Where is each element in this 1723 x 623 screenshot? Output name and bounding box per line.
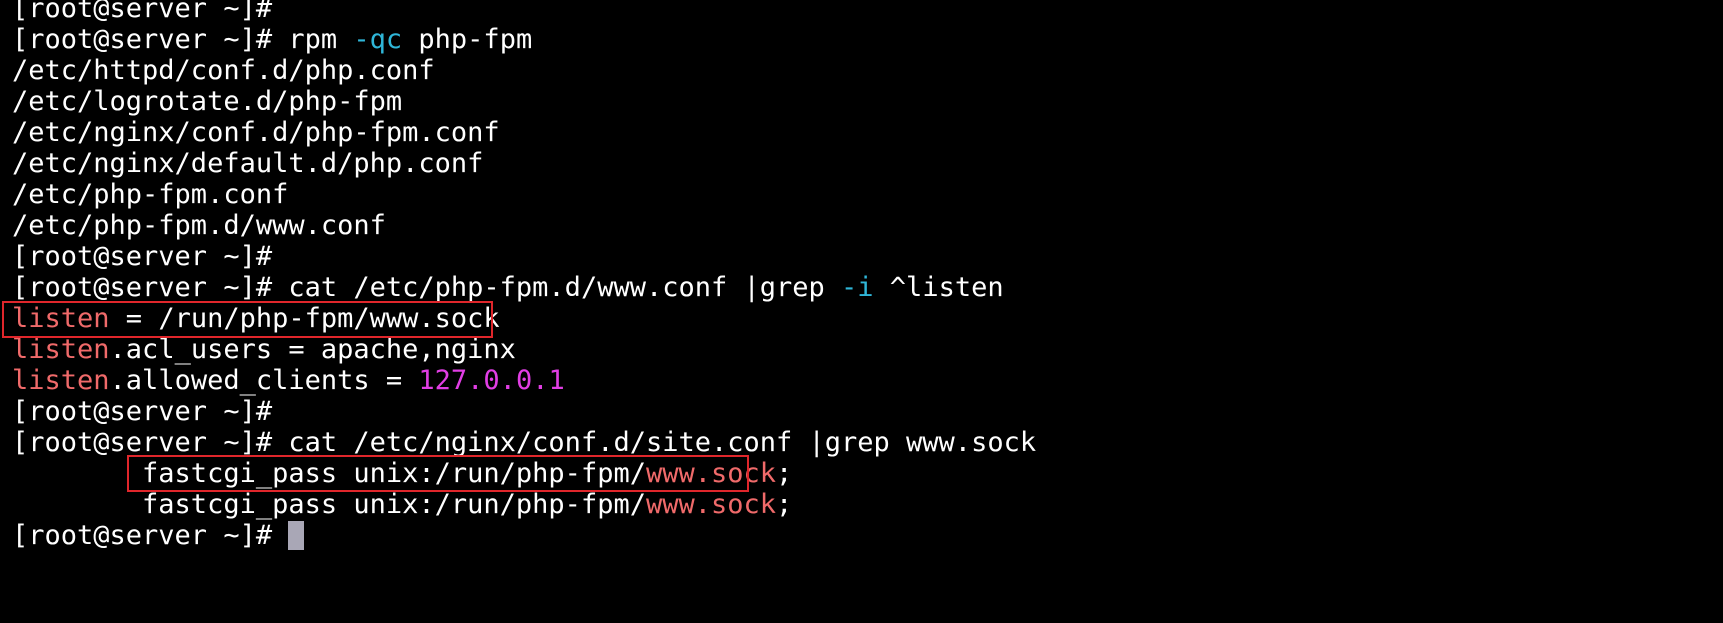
terminal-text-segment: /etc/php-fpm.conf	[12, 179, 289, 210]
terminal-text-segment: [root@server ~]#	[12, 0, 273, 24]
fastcgi-highlight-box	[127, 455, 749, 492]
terminal-line: listen.acl_users = apache,nginx	[12, 333, 516, 367]
terminal-line: /etc/httpd/conf.d/php.conf	[12, 54, 435, 88]
terminal-text-segment: listen	[12, 365, 110, 396]
terminal-text-segment: /etc/httpd/conf.d/php.conf	[12, 55, 435, 86]
terminal-text-segment: -qc	[353, 24, 403, 55]
listen-highlight-box	[2, 301, 493, 338]
terminal-text-segment: www.sock	[645, 489, 777, 520]
terminal-line: [root@server ~]# rpm -qc php-fpm	[12, 23, 532, 57]
terminal-text-segment: [root@server ~]#	[12, 396, 273, 427]
terminal-line: /etc/php-fpm.d/www.conf	[12, 209, 386, 243]
terminal-text-segment: -i	[841, 272, 874, 303]
terminal-text-segment: [root@server ~]# rpm	[12, 24, 354, 55]
terminal-line: fastcgi_pass unix:/run/php-fpm/www.sock;	[12, 488, 792, 522]
terminal-text-segment: .acl_users = apache,nginx	[109, 334, 516, 365]
terminal-text-segment: ^listen	[873, 272, 1004, 303]
terminal-text-segment: [root@server ~]# cat /etc/php-fpm.d/www.…	[12, 272, 842, 303]
terminal-text-segment: /etc/logrotate.d/php-fpm	[12, 86, 403, 117]
terminal-window[interactable]: [root@server ~]# [root@server ~]# rpm -qc…	[0, 0, 1723, 623]
terminal-text-segment: ;	[776, 489, 793, 520]
terminal-line: [root@server ~]#	[12, 395, 272, 429]
terminal-text-segment: fastcgi_pass unix:/run/php-fpm/	[12, 489, 646, 520]
terminal-line: [root@server ~]#	[12, 240, 272, 274]
terminal-line: [root@server ~]#	[12, 519, 305, 553]
terminal-line: /etc/logrotate.d/php-fpm	[12, 85, 402, 119]
terminal-text-segment: [root@server ~]# cat /etc/nginx/conf.d/s…	[12, 427, 1037, 458]
terminal-text-segment: 127.0.0.1	[418, 365, 565, 396]
terminal-text-segment: ;	[776, 458, 793, 489]
terminal-line: /etc/php-fpm.conf	[12, 178, 288, 212]
terminal-line: /etc/nginx/default.d/php.conf	[12, 147, 483, 181]
terminal-text-segment: /etc/php-fpm.d/www.conf	[12, 210, 386, 241]
terminal-line: listen.allowed_clients = 127.0.0.1	[12, 364, 565, 398]
text-cursor[interactable]	[288, 521, 305, 550]
terminal-text-segment: /etc/nginx/conf.d/php-fpm.conf	[12, 117, 500, 148]
terminal-text-segment: /etc/nginx/default.d/php.conf	[12, 148, 484, 179]
terminal-text-segment: [root@server ~]#	[12, 520, 289, 551]
terminal-text-segment: php-fpm	[402, 24, 533, 55]
terminal-line: /etc/nginx/conf.d/php-fpm.conf	[12, 116, 500, 150]
terminal-text-segment: .allowed_clients =	[109, 365, 419, 396]
terminal-text-segment: listen	[12, 334, 110, 365]
terminal-text-segment: [root@server ~]#	[12, 241, 273, 272]
terminal-line: [root@server ~]# cat /etc/php-fpm.d/www.…	[12, 271, 1004, 305]
